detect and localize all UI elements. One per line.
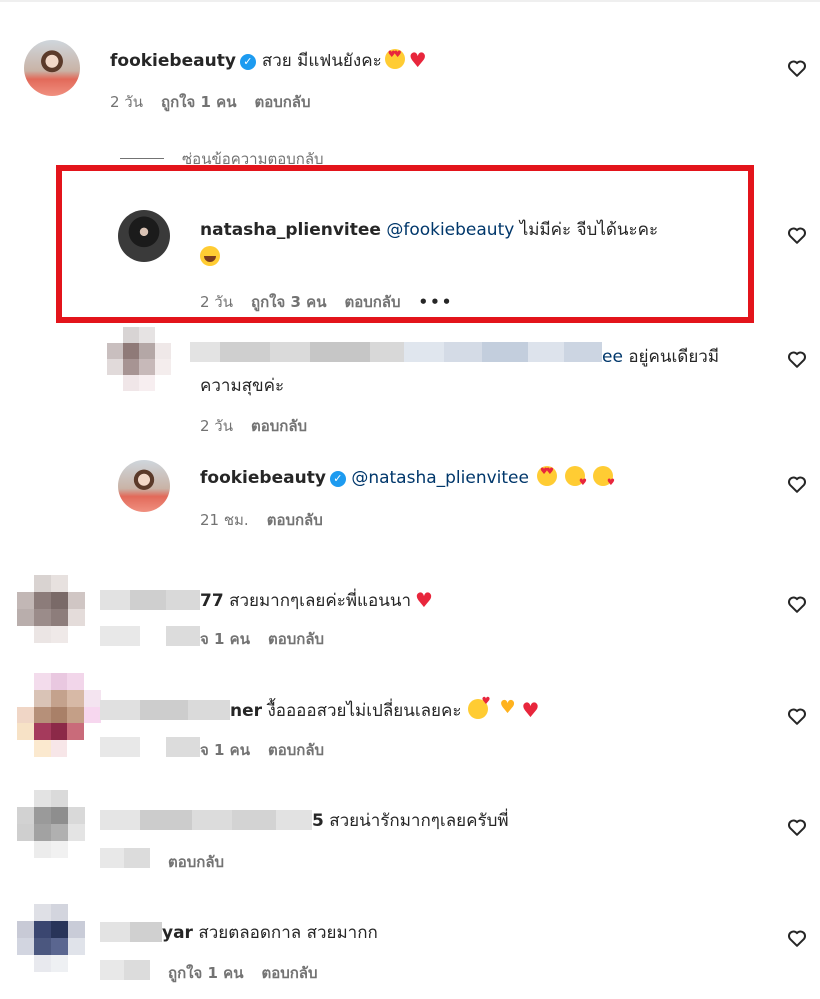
highlight-box [56, 165, 754, 323]
red-heart-emoji-icon: ♥ [521, 698, 540, 722]
comment-meta: จ 1 คน ตอบกลับ [200, 627, 324, 651]
timestamp-pixelated [100, 848, 150, 868]
username-pixelated[interactable] [100, 590, 200, 610]
comment-text: อยู่คนเดียวมี [628, 347, 720, 367]
like-heart-icon[interactable] [786, 473, 808, 495]
reply-button[interactable]: ตอบกลับ [254, 93, 310, 111]
verified-badge-icon: ✓ [329, 471, 346, 487]
comment-header: 77 สวยมากๆเลยค่ะพี่แอนนา ♥ [200, 587, 433, 614]
comment-text: สวย มีแฟนยังคะ [261, 51, 382, 71]
timestamp[interactable]: 2 วัน [110, 93, 143, 111]
red-heart-emoji-icon: ♥ [408, 48, 427, 72]
comment-meta: 21 ชม. ตอบกลับ [200, 508, 323, 532]
avatar-pixelated[interactable] [17, 904, 85, 972]
reply-button[interactable]: ตอบกลับ [268, 630, 324, 648]
reply-button[interactable]: ตอบกลับ [168, 853, 224, 871]
timestamp[interactable]: 2 วัน [200, 417, 233, 435]
avatar[interactable] [118, 460, 170, 512]
username-pixelated[interactable] [100, 700, 230, 720]
divider-dash [120, 158, 164, 159]
avatar-pixelated[interactable] [17, 575, 85, 643]
comment-header: ee อยู่คนเดียวมี [602, 343, 719, 370]
like-heart-icon[interactable] [786, 705, 808, 727]
username-pixelated[interactable] [100, 922, 162, 942]
like-heart-icon[interactable] [786, 927, 808, 949]
comment-text: สวยตลอดกาล สวยมากก [198, 923, 378, 943]
username[interactable]: fookiebeauty [110, 51, 236, 71]
username-pixelated[interactable] [100, 810, 312, 830]
username[interactable]: fookiebeauty [200, 468, 326, 488]
comment-text: สวยมากๆเลยค่ะพี่แอนนา [229, 591, 411, 611]
kiss-emoji-icon [592, 466, 615, 488]
likes-count[interactable]: ถูกใจ 1 คน [161, 93, 236, 111]
like-heart-icon[interactable] [786, 57, 808, 79]
avatar-pixelated[interactable] [107, 327, 171, 391]
timestamp[interactable]: 21 ชม. [200, 511, 249, 529]
like-heart-icon[interactable] [786, 348, 808, 370]
avatar-pixelated[interactable] [17, 790, 85, 858]
reply-button[interactable]: ตอบกลับ [267, 511, 323, 529]
comment-header: 5 สวยน่ารักมากๆเลยครับพี่ [312, 807, 509, 834]
smiling-hearts-emoji-icon [467, 696, 491, 719]
username-visible-part[interactable]: yar [162, 923, 193, 943]
comment-meta: 2 วัน ถูกใจ 1 คน ตอบกลับ [110, 90, 311, 114]
hide-replies-button[interactable]: ซ่อนข้อความตอบกลับ [120, 147, 324, 165]
likes-count[interactable]: จ 1 คน [200, 741, 250, 759]
hide-replies-label: ซ่อนข้อความตอบกลับ [182, 150, 324, 165]
comment-text: สวยน่ารักมากๆเลยครับพี่ [329, 811, 509, 831]
mention-link[interactable]: @natasha_plienvitee [351, 468, 529, 488]
comment-header: fookiebeauty ✓ สวย มีแฟนยังคะ ♥ [110, 47, 427, 74]
timestamp-pixelated [100, 626, 200, 646]
likes-count[interactable]: ถูกใจ 1 คน [168, 964, 243, 982]
comment-meta: จ 1 คน ตอบกลับ [200, 738, 324, 762]
heart-eyes-emoji-icon [384, 49, 405, 69]
likes-count[interactable]: จ 1 คน [200, 630, 250, 648]
like-heart-icon[interactable] [786, 224, 808, 246]
comment-header: ner งื้ออออสวยไม่เปลี่ยนเลยคะ ♥ [230, 696, 540, 724]
username-pixelated[interactable] [190, 342, 602, 362]
timestamp-pixelated [100, 960, 150, 980]
comment-header: yar สวยตลอดกาล สวยมากก [162, 919, 378, 946]
timestamp-pixelated [100, 737, 200, 757]
username-visible-part[interactable]: 5 [312, 811, 324, 831]
reply-button[interactable]: ตอบกลับ [251, 417, 307, 435]
comment-text-line2: ความสุขค่ะ [200, 376, 285, 396]
comment-header: fookiebeauty ✓ @natasha_plienvitee [200, 466, 615, 488]
reply-button[interactable]: ตอบกลับ [261, 964, 317, 982]
username-visible-part[interactable]: ee [602, 347, 623, 367]
comment-text: งื้ออออสวยไม่เปลี่ยนเลยคะ [267, 701, 462, 721]
comment-meta: ตอบกลับ [168, 850, 224, 874]
kiss-emoji-icon [564, 466, 587, 488]
red-heart-emoji-icon: ♥ [415, 588, 433, 612]
username-visible-part[interactable]: 77 [200, 591, 224, 611]
comment-meta: ถูกใจ 1 คน ตอบกลับ [168, 961, 318, 985]
like-heart-icon[interactable] [786, 816, 808, 838]
heart-eyes-emoji-icon [536, 466, 557, 486]
comment-meta: 2 วัน ตอบกลับ [200, 414, 307, 438]
verified-badge-icon: ✓ [239, 54, 256, 70]
reply-button[interactable]: ตอบกลับ [268, 741, 324, 759]
top-divider [0, 0, 820, 2]
avatar-pixelated[interactable] [17, 673, 101, 757]
avatar[interactable] [24, 40, 80, 96]
like-heart-icon[interactable] [786, 593, 808, 615]
heart-hands-emoji-icon [498, 697, 518, 719]
username-visible-part[interactable]: ner [230, 701, 262, 721]
